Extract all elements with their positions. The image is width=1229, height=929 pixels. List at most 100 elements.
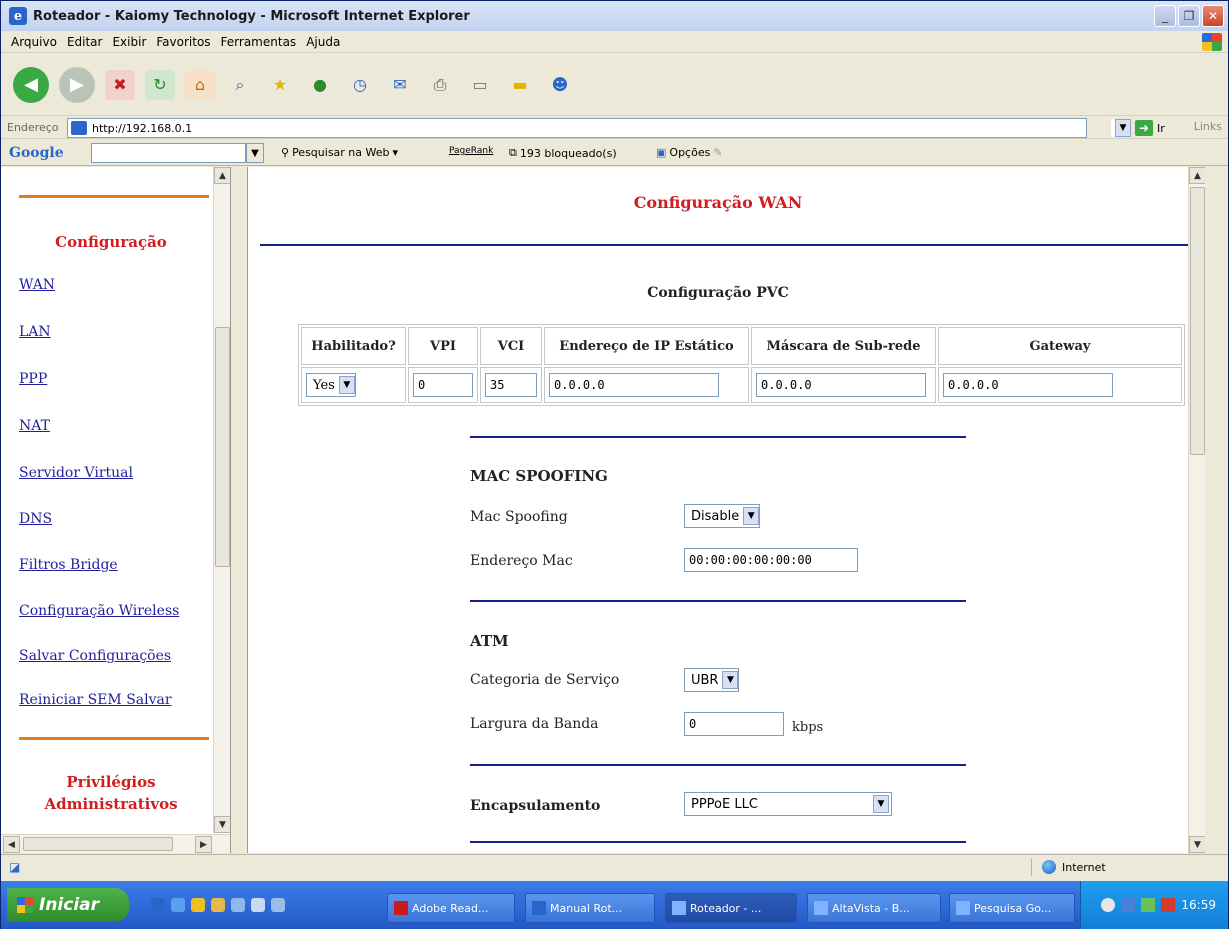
scroll-down-icon[interactable]: ▼ (214, 816, 230, 833)
content-vertical-scrollbar[interactable]: ▲ ▼ (1188, 167, 1205, 853)
vci-input[interactable]: 35 (485, 373, 537, 397)
pvc-ip-cell: 0.0.0.0 (544, 367, 749, 403)
sidebar-item-dns[interactable]: DNS (19, 511, 52, 527)
sidebar-item-filtros-bridge[interactable]: Filtros Bridge (19, 557, 118, 573)
content-scroll-thumb[interactable] (1190, 187, 1205, 455)
gateway-input[interactable]: 0.0.0.0 (943, 373, 1113, 397)
globe-icon (1042, 860, 1056, 874)
sidebar-item-wireless[interactable]: Configuração Wireless (19, 603, 179, 619)
mac-address-input[interactable]: 00:00:00:00:00:00 (684, 548, 858, 572)
system-tray: 16:59 (1080, 881, 1228, 929)
bandwidth-input[interactable]: 0 (684, 712, 784, 736)
mail-icon[interactable]: ✉ (385, 70, 415, 100)
sidebar-horizontal-scrollbar[interactable]: ◀ ▶ (1, 834, 230, 853)
tray-icon-2[interactable] (1121, 898, 1136, 912)
menu-editar[interactable]: Editar (67, 35, 103, 49)
sidebar-item-nat[interactable]: NAT (19, 418, 50, 434)
page-title: Configuração WAN (633, 193, 803, 212)
menu-ferramentas[interactable]: Ferramentas (221, 35, 297, 49)
menu-arquivo[interactable]: Arquivo (11, 35, 57, 49)
mac-section-heading: MAC SPOOFING (470, 467, 608, 485)
address-dropdown-icon[interactable]: ▼ (1111, 119, 1131, 137)
close-button[interactable]: ✕ (1202, 5, 1224, 27)
pagerank-indicator[interactable]: PageRank (449, 146, 493, 156)
pagerank-label: PageRank (449, 146, 494, 156)
ie-task-icon (672, 901, 686, 915)
mac-spoofing-select[interactable]: Disable ▼ (684, 504, 761, 528)
sidebar-heading: Configuração (55, 233, 167, 251)
links-button[interactable]: Links (1194, 120, 1222, 133)
sidebar-item-ppp[interactable]: PPP (19, 371, 47, 387)
task-adobe-reader[interactable]: Adobe Read... (387, 893, 515, 923)
sidebar-item-salvar[interactable]: Salvar Configurações (19, 648, 171, 664)
folder-quicklaunch-icon[interactable] (211, 898, 225, 912)
stop-icon[interactable]: ✖ (105, 69, 135, 100)
task-pesquisa[interactable]: Pesquisa Go... (949, 893, 1075, 923)
search-quicklaunch-icon[interactable] (271, 898, 285, 912)
scroll-right-icon[interactable]: ▶ (195, 836, 212, 853)
task-manual[interactable]: Manual Rot... (525, 893, 655, 923)
enabled-select[interactable]: Yes ▼ (306, 373, 356, 397)
popup-blocker-button[interactable]: ⧉ 193 bloqueado(s) (509, 146, 617, 160)
print-icon[interactable]: ⎙ (425, 70, 455, 100)
menu-ajuda[interactable]: Ajuda (306, 35, 340, 49)
tray-icon-4[interactable] (1161, 898, 1176, 912)
scroll-up-icon[interactable]: ▲ (214, 167, 230, 184)
enabled-value: Yes (313, 377, 335, 393)
sidebar-scroll-thumb[interactable] (215, 327, 230, 567)
content-frame: Configuração WAN Configuração PVC Habili… (247, 167, 1205, 853)
google-logo[interactable]: Google (9, 145, 64, 161)
mail-quicklaunch-icon[interactable] (171, 898, 185, 912)
sidebar-item-wan[interactable]: WAN (19, 277, 55, 293)
sidebar-item-lan[interactable]: LAN (19, 324, 51, 340)
restore-button[interactable]: ❐ (1178, 5, 1200, 27)
home-icon[interactable]: ⌂ (185, 69, 215, 100)
menu-exibir[interactable]: Exibir (112, 35, 146, 49)
menu-favoritos[interactable]: Favoritos (156, 35, 210, 49)
go-button[interactable]: ▼ ➜ Ir (1111, 119, 1165, 137)
minimize-button[interactable]: _ (1154, 5, 1176, 27)
scroll-down-icon[interactable]: ▼ (1189, 836, 1205, 853)
service-category-select[interactable]: UBR ▼ (684, 668, 740, 692)
ip-input[interactable]: 0.0.0.0 (549, 373, 719, 397)
sidebar-vertical-scrollbar[interactable]: ▲ ▼ (213, 167, 230, 833)
scroll-up-icon[interactable]: ▲ (1189, 167, 1205, 184)
messenger-icon[interactable]: ☻ (545, 70, 575, 100)
chevron-down-icon: ▼ (743, 507, 760, 525)
ie-quicklaunch-icon[interactable] (151, 898, 165, 912)
sidebar-hscroll-thumb[interactable] (23, 837, 173, 851)
forward-icon[interactable]: ▶ (59, 66, 95, 103)
folder-icon[interactable]: ▬ (505, 70, 535, 100)
task-roteador[interactable]: Roteador - ... (665, 893, 797, 923)
search-icon[interactable]: ⌕ (225, 70, 255, 100)
vpi-input[interactable]: 0 (413, 373, 473, 397)
start-button[interactable]: Iniciar (7, 888, 129, 922)
title-bar[interactable]: e Roteador - Kaiomy Technology - Microso… (1, 1, 1228, 31)
refresh-icon[interactable]: ↻ (145, 69, 175, 100)
favorites-star-icon[interactable]: ★ (265, 70, 295, 100)
mac-spoofing-value: Disable (691, 508, 740, 524)
doc-quicklaunch-icon[interactable] (251, 898, 265, 912)
options-button[interactable]: ▣ Opções ✎ (656, 146, 723, 159)
search-web-button[interactable]: ⚲ Pesquisar na Web ▾ (281, 146, 398, 159)
google-search-input[interactable] (91, 143, 246, 163)
encapsulation-value: PPPoE LLC (691, 796, 758, 812)
history-icon[interactable]: ◷ (345, 70, 375, 100)
tray-icon-3[interactable] (1141, 898, 1156, 912)
divider-2 (470, 600, 966, 602)
encapsulation-select[interactable]: PPPoE LLC ▼ (684, 792, 892, 816)
mask-input[interactable]: 0.0.0.0 (756, 373, 926, 397)
media-quicklaunch-icon[interactable] (191, 898, 205, 912)
edit-icon[interactable]: ▭ (465, 70, 495, 100)
back-icon[interactable]: ◀ (13, 66, 49, 103)
tray-icon-1[interactable] (1101, 898, 1116, 912)
desktop-quicklaunch-icon[interactable] (231, 898, 245, 912)
google-search-dropdown[interactable]: ▼ (246, 143, 264, 163)
sidebar-item-reiniciar[interactable]: Reiniciar SEM Salvar (19, 692, 172, 708)
media-icon[interactable]: ● (305, 70, 335, 100)
address-input[interactable]: http://192.168.0.1 (67, 118, 1087, 138)
task-altavista[interactable]: AltaVista - B... (807, 893, 941, 923)
sidebar-item-servidor-virtual[interactable]: Servidor Virtual (19, 465, 133, 481)
scroll-left-icon[interactable]: ◀ (3, 836, 20, 853)
quick-launch (151, 898, 291, 912)
